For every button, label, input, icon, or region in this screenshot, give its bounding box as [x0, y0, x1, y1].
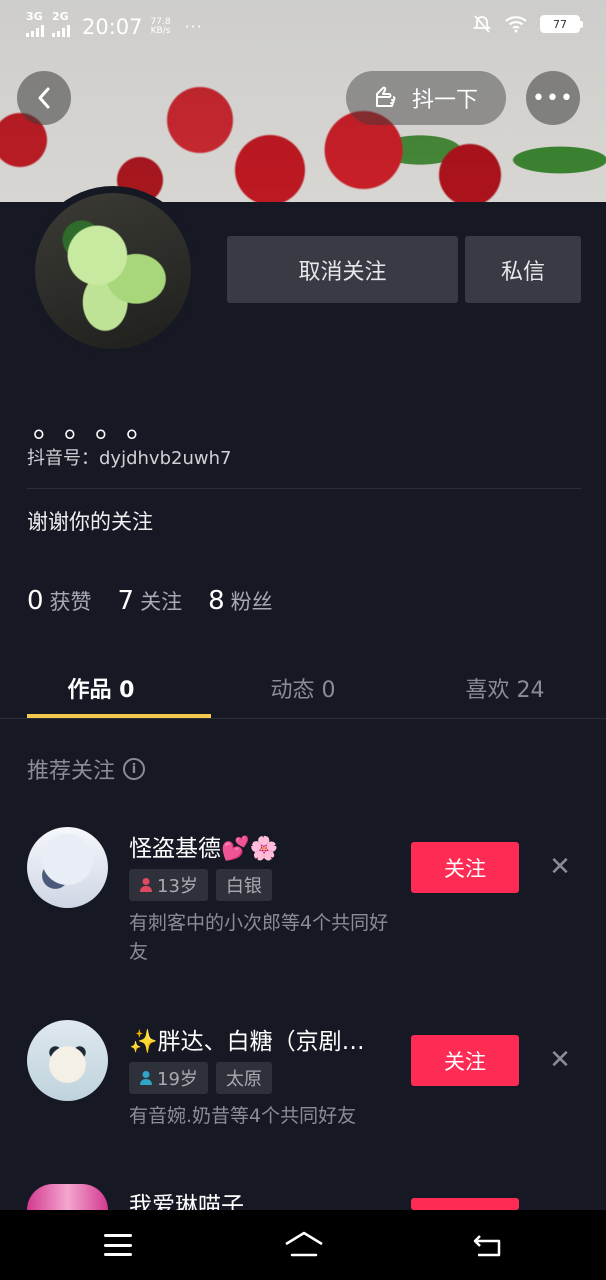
profile-stats: 0 获赞 7 关注 8 粉丝 — [27, 586, 273, 616]
menu-icon[interactable] — [104, 1234, 132, 1256]
profile-bio: 谢谢你的关注 — [27, 510, 153, 534]
stat-number: 7 — [117, 586, 135, 616]
divider — [27, 488, 581, 489]
age-tag: 13岁 — [129, 869, 208, 901]
male-user-icon — [140, 1071, 152, 1085]
profile-nickname: 。。。。 — [33, 410, 172, 445]
recommend-section-title: 推荐关注 i — [27, 753, 146, 785]
back-nav-icon[interactable] — [472, 1232, 504, 1258]
tab-works[interactable]: 作品 0 — [0, 660, 202, 718]
notification-dots: ··· — [184, 17, 203, 36]
more-icon: ••• — [532, 85, 574, 111]
recommend-name: 怪盗基德💕🌸 — [129, 836, 279, 862]
more-options-button[interactable]: ••• — [526, 71, 580, 125]
stat-likes[interactable]: 0 获赞 — [27, 586, 92, 616]
dismiss-icon[interactable]: ✕ — [548, 1045, 572, 1075]
system-nav-bar — [0, 1210, 606, 1280]
douyin-id: 抖音号：dyjdhvb2uwh7 — [27, 448, 232, 469]
avatar-image — [35, 193, 191, 349]
network-type-2: 2G — [52, 10, 69, 23]
wifi-icon — [505, 16, 527, 33]
douyixia-button[interactable]: 抖一下 — [346, 71, 506, 125]
battery-indicator: 77 — [540, 15, 583, 33]
message-button[interactable]: 私信 — [465, 236, 581, 303]
profile-tabs: 作品 0 动态 0 喜欢 24 — [0, 660, 606, 718]
dismiss-icon[interactable]: ✕ — [548, 852, 572, 882]
stat-label: 获赞 — [49, 590, 92, 614]
recommend-desc: 有音婉.奶昔等4个共同好友 — [129, 1105, 357, 1127]
stat-number: 8 — [208, 586, 225, 616]
profile-avatar[interactable] — [28, 186, 198, 356]
recommend-avatar[interactable] — [27, 827, 108, 908]
back-button[interactable] — [17, 71, 71, 125]
female-user-icon — [140, 878, 152, 892]
rank-tag: 白银 — [215, 869, 272, 901]
network-type-1: 3G — [26, 10, 43, 23]
network-speed: 77.8 KB/s — [150, 16, 171, 36]
stat-label: 关注 — [140, 590, 183, 614]
recommend-avatar[interactable] — [27, 1020, 108, 1101]
recommend-name: 我爱琳喵子 — [129, 1193, 244, 1210]
signal-icon — [26, 25, 44, 37]
info-icon[interactable]: i — [123, 758, 146, 780]
recommend-tags: 19岁 太原 — [129, 1062, 272, 1094]
recommend-avatar[interactable] — [27, 1184, 108, 1210]
recommend-tags: 13岁 白银 — [129, 869, 272, 901]
follow-button[interactable]: 关注 — [411, 1035, 519, 1086]
tab-likes[interactable]: 喜欢 24 — [404, 660, 606, 718]
stat-followers[interactable]: 8 粉丝 — [208, 586, 273, 616]
status-bar: 3G 2G 20:07 77.8 KB/s ··· 77 — [0, 0, 606, 54]
stat-label: 粉丝 — [230, 590, 273, 614]
recommend-title-text: 推荐关注 — [27, 759, 116, 784]
age-tag: 19岁 — [129, 1062, 208, 1094]
mute-bell-icon — [472, 15, 492, 33]
tab-divider — [0, 718, 606, 719]
follow-button[interactable] — [411, 1198, 519, 1210]
stat-following[interactable]: 7 关注 — [118, 586, 183, 616]
poke-hand-icon — [375, 86, 396, 107]
chevron-left-icon — [38, 87, 50, 109]
follow-button[interactable]: 关注 — [411, 842, 519, 893]
signal-icon — [52, 25, 70, 37]
home-icon[interactable] — [284, 1230, 324, 1260]
clock: 20:07 — [82, 14, 143, 39]
tab-dynamics[interactable]: 动态 0 — [202, 660, 404, 718]
location-tag: 太原 — [215, 1062, 272, 1094]
douyixia-label: 抖一下 — [411, 88, 478, 113]
recommend-desc: 有刺客中的小次郎等4个共同好友 — [129, 912, 389, 963]
recommend-name: ✨胖达、白糖（京剧… — [129, 1029, 365, 1055]
stat-number: 0 — [27, 586, 44, 616]
unfollow-button[interactable]: 取消关注 — [227, 236, 458, 303]
